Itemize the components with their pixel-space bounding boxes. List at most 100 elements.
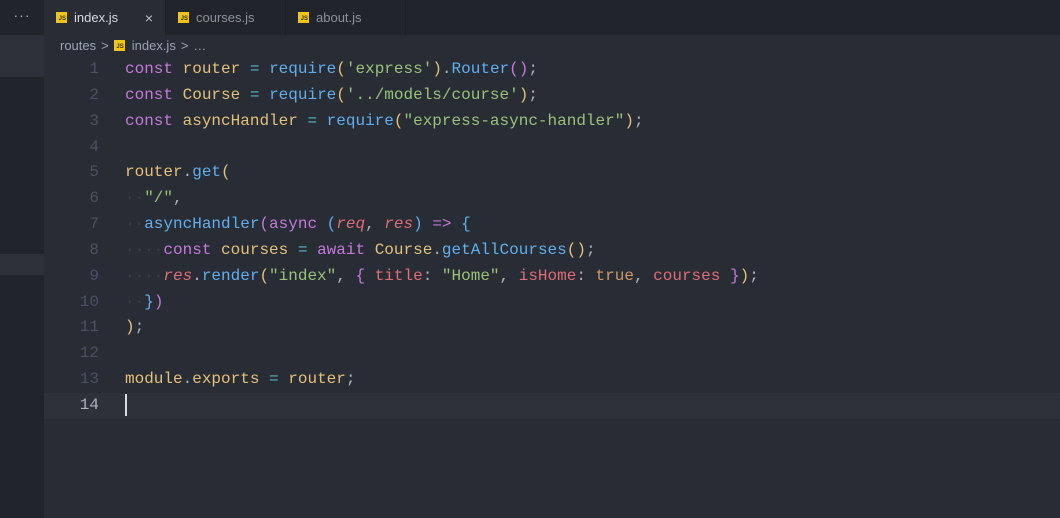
code-token: . [182, 163, 193, 182]
js-file-icon: JS [56, 12, 67, 23]
code-token: ·· [125, 189, 145, 208]
code-line[interactable]: 4 [44, 135, 1060, 161]
code-token: ; [345, 370, 356, 389]
code-line[interactable]: 5 router.get( [44, 160, 1060, 186]
code-text: ··}) [125, 290, 163, 316]
code-token: ( [336, 85, 346, 104]
code-token: ···· [125, 240, 164, 259]
js-file-icon: JS [298, 12, 309, 23]
editor-tabs: JS index.js × JS courses.js JS about.js [44, 0, 1060, 35]
breadcrumb: routes > JS index.js > … [60, 35, 206, 55]
code-line[interactable]: 7 ··asyncHandler(async (req, res) => { [44, 212, 1060, 238]
code-token: const [125, 60, 174, 78]
code-text: ··"/", [125, 186, 183, 212]
code-line[interactable]: 9 ····res.render("index", { title: "Home"… [44, 264, 1060, 290]
breadcrumb-file[interactable]: index.js [132, 38, 176, 53]
line-number: 3 [89, 111, 99, 130]
line-number: 13 [79, 370, 99, 389]
tab-about-js[interactable]: JS about.js [286, 0, 406, 35]
code-token: , [365, 215, 385, 234]
code-token: true [595, 266, 634, 285]
line-number: 8 [89, 240, 99, 259]
code-token: courses [221, 240, 289, 259]
code-token: exports [192, 370, 260, 389]
code-line[interactable]: 3 const asyncHandler = require("express-a… [44, 109, 1060, 135]
code-token: ; [528, 85, 538, 104]
code-token: , [499, 266, 519, 285]
code-token: ) [432, 60, 442, 78]
code-token: res [163, 266, 193, 285]
code-token: ; [134, 318, 145, 337]
code-text: router.get( [125, 160, 231, 186]
js-file-icon: JS [113, 39, 125, 51]
sidebar-highlight [0, 254, 44, 275]
code-line[interactable]: 8 ····const courses = await Course.getAll… [44, 238, 1060, 264]
code-editor[interactable]: 1 const router = require('express').Route… [44, 57, 1060, 419]
code-token: const [125, 85, 174, 104]
line-number: 14 [79, 395, 99, 414]
code-token: asyncHandler [144, 215, 260, 234]
line-number: 6 [89, 189, 99, 208]
code-token: router [288, 370, 346, 389]
code-line[interactable]: 1 const router = require('express').Route… [44, 57, 1060, 83]
line-number: 2 [89, 85, 99, 104]
code-token: title [374, 266, 423, 285]
code-line[interactable]: 14 [44, 392, 1060, 419]
code-token: ( [509, 60, 519, 78]
code-text: const Course = require('../models/course… [125, 83, 538, 109]
code-line[interactable]: 11); [44, 315, 1060, 341]
code-token: . [192, 266, 202, 285]
code-token: ) [624, 111, 634, 130]
code-text: const router = require('express').Router… [125, 57, 538, 83]
code-token: router [182, 60, 241, 78]
code-token: ···· [125, 266, 164, 285]
code-line[interactable]: 12 [44, 341, 1060, 367]
code-token: ·· [125, 292, 145, 311]
code-token: = [307, 111, 318, 130]
line-number: 4 [89, 137, 99, 156]
code-line[interactable]: 10 ··}) [44, 290, 1060, 316]
sidebar-band [0, 35, 44, 77]
code-token: = [269, 370, 279, 389]
activity-sidebar: ··· [0, 0, 44, 518]
code-text: module.exports = router; [125, 367, 355, 393]
code-line[interactable]: 13 module.exports = router; [44, 367, 1060, 393]
breadcrumb-folder[interactable]: routes [60, 38, 96, 53]
tab-courses-js[interactable]: JS courses.js [166, 0, 286, 35]
code-text: const asyncHandler = require("express-as… [125, 109, 644, 135]
code-text: ··asyncHandler(async (req, res) => { [125, 212, 471, 238]
code-token: render [201, 266, 260, 285]
code-token: ; [585, 240, 596, 259]
tab-index-js[interactable]: JS index.js × [44, 0, 166, 35]
code-token: , [633, 266, 654, 285]
code-token: ; [528, 60, 538, 78]
code-line[interactable]: 2 const Course = require('../models/cours… [44, 83, 1060, 109]
code-token: } [729, 266, 740, 285]
code-token: ( [326, 215, 337, 234]
close-icon[interactable]: × [145, 10, 153, 26]
code-token: ( [259, 215, 270, 234]
code-token: ) [739, 266, 750, 285]
code-token: getAllCourses [441, 240, 567, 259]
code-token: = [249, 60, 260, 78]
more-actions-button[interactable]: ··· [0, 0, 44, 35]
breadcrumb-separator: > [101, 37, 109, 53]
tab-label: courses.js [196, 10, 255, 25]
breadcrumb-more[interactable]: … [193, 38, 206, 53]
code-line[interactable]: 6 ··"/", [44, 186, 1060, 212]
breadcrumb-separator: > [180, 37, 189, 53]
code-text: ····const courses = await Course.getAllC… [125, 238, 596, 264]
line-number: 11 [79, 318, 99, 337]
tab-label: about.js [316, 10, 362, 25]
code-token: ) [518, 85, 529, 104]
